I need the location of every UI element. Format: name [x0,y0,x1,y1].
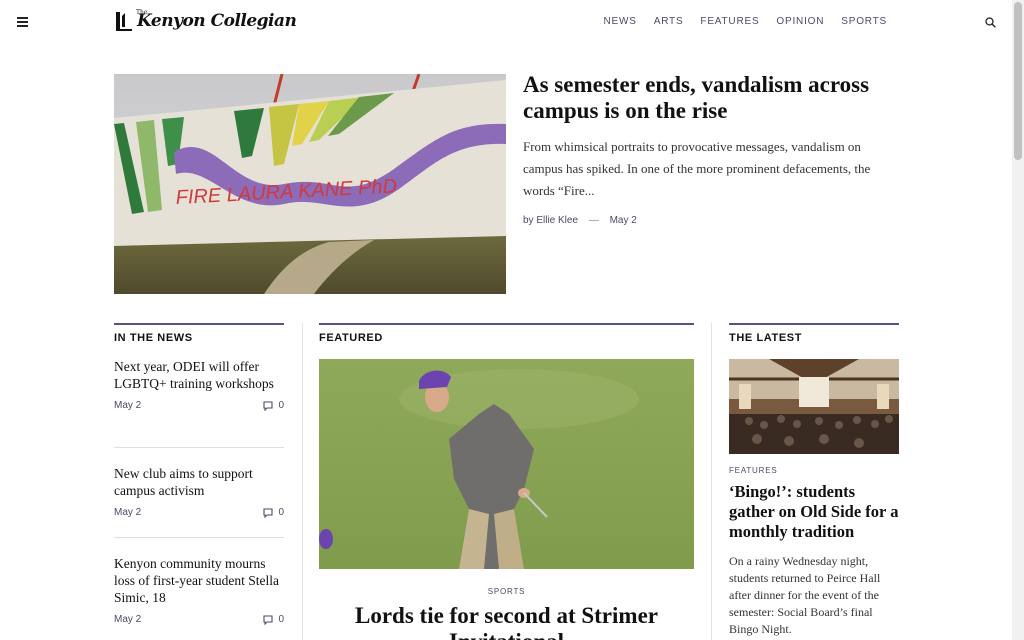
news-list-item[interactable]: Kenyon community mourns loss of first-ye… [114,555,284,625]
hamburger-menu-icon[interactable] [17,17,28,27]
logo-the: The [136,9,148,16]
hero-meta: by Ellie Klee — May 2 [523,215,637,226]
hero-headline[interactable]: As semester ends, vandalism across campu… [523,72,903,124]
featured-category[interactable]: SPORTS [319,587,694,596]
news-item-title[interactable]: Kenyon community mourns loss of first-ye… [114,555,284,606]
news-item-date: May 2 [114,507,142,518]
page-scrollbar[interactable] [1012,0,1024,640]
hero-image[interactable]: FIRE LAURA KANE PhD [114,74,506,294]
scrollbar-thumb[interactable] [1014,2,1022,160]
the-latest-heading: THE LATEST [729,323,899,344]
featured-headline[interactable]: Lords tie for second at Strimer Invitati… [319,603,694,640]
comment-icon [263,507,273,518]
site-logo[interactable]: The Kenyon Collegian [114,9,297,32]
news-item-meta: May 2 0 [114,507,284,518]
news-item-date: May 2 [114,614,142,625]
comment-icon [263,614,273,625]
latest-headline[interactable]: ‘Bingo!’: students gather on Old Side fo… [729,482,901,542]
comment-count: 0 [278,507,284,518]
news-item-title[interactable]: New club aims to support campus activism [114,465,284,499]
news-list-item[interactable]: New club aims to support campus activism… [114,465,284,518]
search-icon[interactable] [985,17,996,28]
news-item-title[interactable]: Next year, ODEI will offer LGBTQ+ traini… [114,358,284,392]
hero-author[interactable]: by Ellie Klee [523,215,578,226]
column-divider [711,323,712,640]
nav-arts[interactable]: ARTS [654,16,684,27]
site-header: The Kenyon Collegian NEWS ARTS FEATURES … [0,0,1012,44]
comment-count: 0 [278,614,284,625]
news-item-meta: May 2 0 [114,400,284,411]
meta-separator: — [588,215,599,226]
comments-link[interactable]: 0 [263,400,284,411]
hero-date: May 2 [609,215,637,226]
nav-sports[interactable]: SPORTS [841,16,887,27]
logo-text: Kenyon Collegian [137,11,297,31]
in-the-news-heading: IN THE NEWS [114,323,284,344]
bingo-hall-photo [729,359,899,454]
logo-mark-icon [116,12,132,31]
nav-features[interactable]: FEATURES [700,16,759,27]
comment-count: 0 [278,400,284,411]
hero-graffiti-wall-image: FIRE LAURA KANE PhD [114,74,506,294]
list-divider [114,447,284,448]
nav-opinion[interactable]: OPINION [776,16,824,27]
latest-excerpt: On a rainy Wednesday night, students ret… [729,554,881,636]
featured-image[interactable] [319,359,694,569]
column-divider [302,323,303,640]
list-divider [114,537,284,538]
main-nav: NEWS ARTS FEATURES OPINION SPORTS [604,16,887,27]
comments-link[interactable]: 0 [263,507,284,518]
golfer-photo [319,359,694,569]
news-item-date: May 2 [114,400,142,411]
nav-news[interactable]: NEWS [604,16,637,27]
comments-link[interactable]: 0 [263,614,284,625]
latest-category[interactable]: FEATURES [729,466,777,475]
comment-icon [263,400,273,411]
news-item-meta: May 2 0 [114,614,284,625]
featured-heading: FEATURED [319,323,694,344]
news-list-item[interactable]: Next year, ODEI will offer LGBTQ+ traini… [114,358,284,411]
hero-excerpt: From whimsical portraits to provocative … [523,139,871,198]
latest-image[interactable] [729,359,899,454]
